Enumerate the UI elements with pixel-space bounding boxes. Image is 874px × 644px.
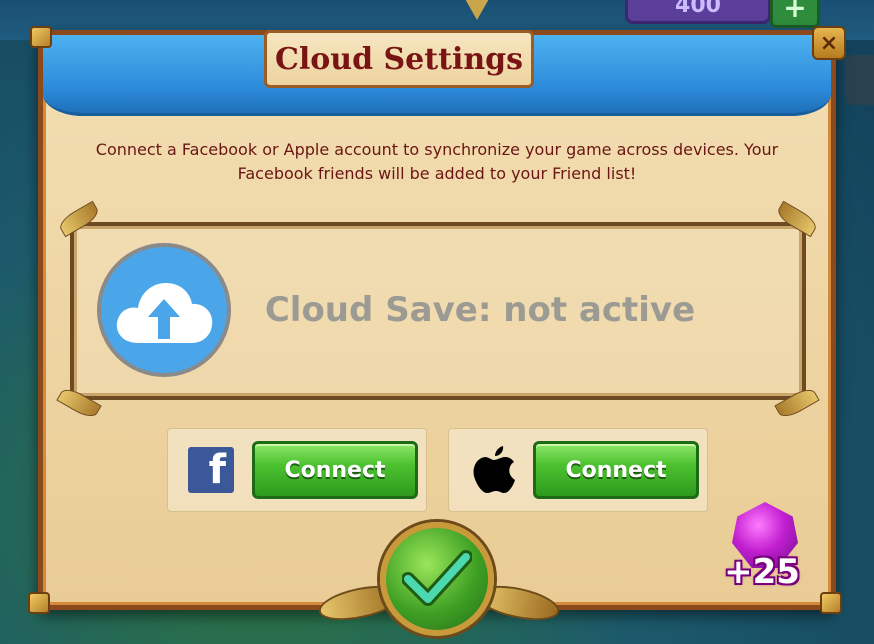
facebook-logo-icon: f	[188, 447, 234, 493]
dialog-title: Cloud Settings	[274, 41, 524, 77]
cloud-upload-icon	[97, 243, 231, 377]
apple-connect-button[interactable]: Connect	[533, 441, 699, 499]
facebook-connect-panel: f Connect	[167, 428, 427, 512]
gem-counter: 400	[625, 0, 771, 24]
corner-ornament	[28, 592, 50, 614]
reward-amount: +25	[724, 552, 800, 592]
title-banner: Cloud Settings	[264, 30, 534, 88]
checkmark-icon	[402, 550, 472, 606]
dialog-description: Connect a Facebook or Apple account to s…	[95, 140, 779, 183]
corner-ornament	[820, 592, 842, 614]
close-button[interactable]: ×	[812, 26, 846, 60]
add-gems-button[interactable]: +	[770, 0, 820, 28]
cloud-save-status: Cloud Save: not active	[264, 290, 696, 330]
apple-connect-panel: Connect	[448, 428, 708, 512]
apple-logo-icon	[471, 445, 517, 495]
side-menu-item	[845, 55, 874, 105]
confirm-button[interactable]	[380, 522, 494, 636]
corner-ornament	[30, 26, 52, 48]
reward-badge: +25	[712, 498, 812, 598]
facebook-connect-button[interactable]: Connect	[252, 441, 418, 499]
